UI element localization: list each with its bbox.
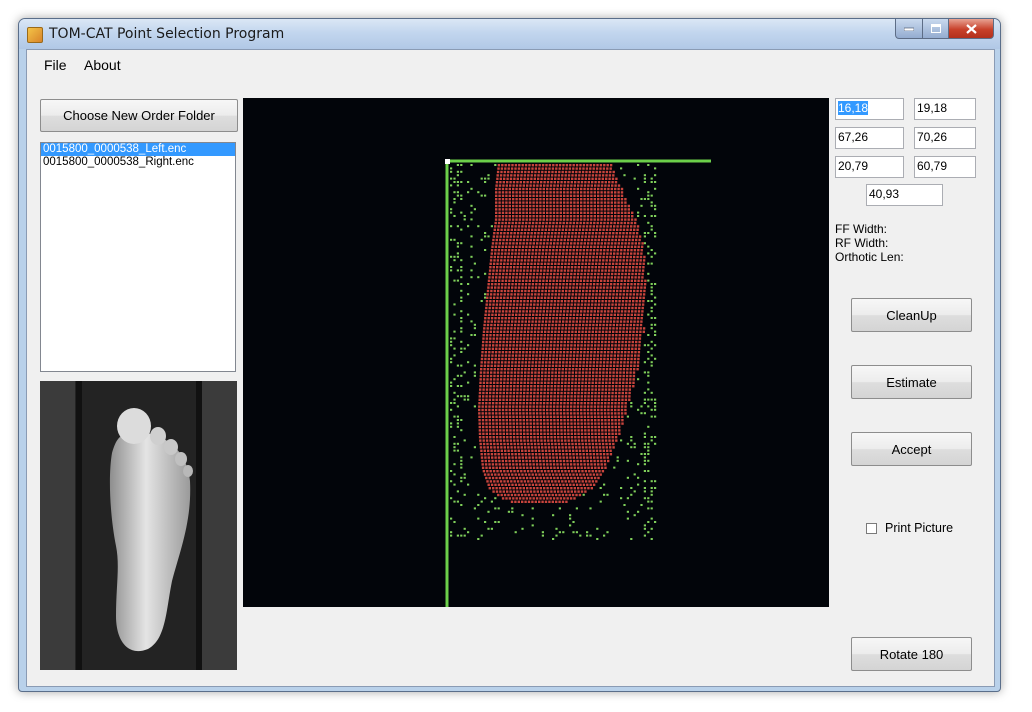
minimize-button[interactable] (895, 19, 923, 39)
foot-points (478, 164, 647, 503)
app-window: TOM-CAT Point Selection Program File Abo… (18, 18, 1001, 692)
coord-row2-right[interactable]: 70,26 (914, 127, 976, 149)
title-bar[interactable]: TOM-CAT Point Selection Program (19, 19, 1000, 49)
print-picture-label: Print Picture (885, 521, 954, 535)
ff-width-label: FF Width: (835, 222, 888, 236)
rf-width-label: RF Width: (835, 236, 889, 250)
estimate-button[interactable]: Estimate (851, 365, 972, 399)
coord-row2-left[interactable]: 67,26 (835, 127, 904, 149)
file-list-item-right[interactable]: 0015800_0000538_Right.enc (41, 156, 235, 169)
rotate-180-button[interactable]: Rotate 180 (851, 637, 972, 671)
app-icon (27, 27, 43, 43)
accept-button[interactable]: Accept (851, 432, 972, 466)
choose-order-folder-button[interactable]: Choose New Order Folder (40, 99, 238, 132)
origin-marker[interactable] (445, 159, 450, 164)
file-list[interactable]: 0015800_0000538_Left.enc 0015800_0000538… (40, 142, 236, 372)
client-area: File About Choose New Order Folder 00158… (26, 49, 995, 687)
point-cloud-canvas[interactable] (243, 98, 829, 607)
coord-row3-right[interactable]: 60,79 (914, 156, 976, 178)
cleanup-button[interactable]: CleanUp (851, 298, 972, 332)
minimize-icon (904, 27, 914, 31)
maximize-icon (930, 24, 941, 33)
close-icon (965, 23, 977, 34)
foot-sole-photo (40, 381, 237, 670)
orthotic-len-label: Orthotic Len: (835, 250, 904, 264)
menu-about[interactable]: About (84, 57, 121, 73)
print-picture-option[interactable]: Print Picture (866, 521, 953, 535)
file-list-item-left[interactable]: 0015800_0000538_Left.enc (41, 143, 235, 156)
menu-file[interactable]: File (44, 57, 67, 73)
coord-row3-left[interactable]: 20,79 (835, 156, 904, 178)
print-picture-checkbox[interactable] (866, 522, 877, 534)
window-title: TOM-CAT Point Selection Program (49, 26, 285, 42)
coord-center[interactable]: 40,93 (866, 184, 943, 206)
maximize-button[interactable] (923, 19, 949, 39)
close-button[interactable] (949, 19, 994, 39)
coord-row1-right[interactable]: 19,18 (914, 98, 976, 120)
coord-row1-left[interactable]: 16,18 (835, 98, 904, 120)
menu-bar: File About (27, 50, 994, 80)
